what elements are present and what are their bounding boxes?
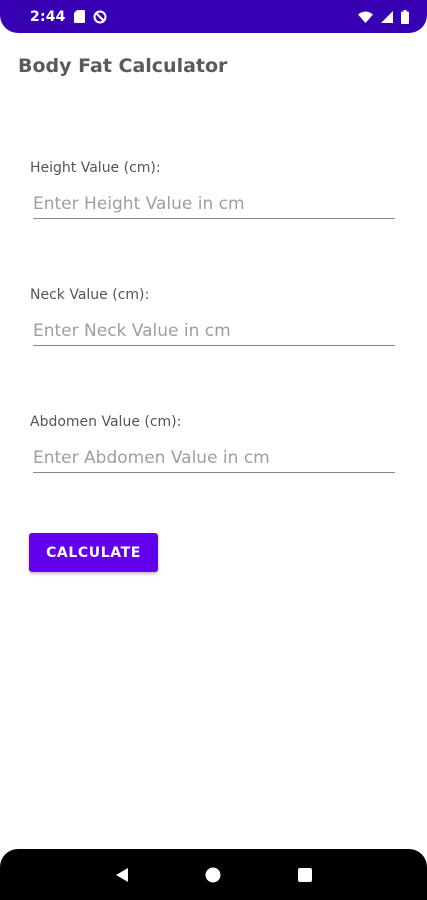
height-input[interactable] — [33, 189, 395, 219]
recents-icon[interactable] — [293, 863, 317, 887]
status-left: 2:44 — [30, 9, 107, 25]
no-sync-icon — [93, 10, 107, 24]
cellular-signal-icon — [381, 10, 393, 23]
status-time: 2:44 — [30, 8, 66, 25]
sd-card-icon — [73, 10, 85, 23]
back-icon[interactable] — [110, 863, 134, 887]
abdomen-input[interactable] — [33, 443, 395, 473]
home-icon[interactable] — [201, 863, 225, 887]
height-label: Height Value (cm): — [30, 160, 161, 176]
app-title: Body Fat Calculator — [18, 55, 228, 77]
neck-label: Neck Value (cm): — [30, 287, 150, 303]
status-right — [358, 9, 409, 24]
neck-input[interactable] — [33, 316, 395, 346]
battery-icon — [401, 9, 409, 24]
navigation-bar — [0, 849, 427, 900]
wifi-icon — [358, 11, 373, 23]
abdomen-label: Abdomen Value (cm): — [30, 414, 182, 430]
calculate-button[interactable]: CALCULATE — [29, 533, 158, 572]
status-bar: 2:44 — [0, 0, 427, 33]
